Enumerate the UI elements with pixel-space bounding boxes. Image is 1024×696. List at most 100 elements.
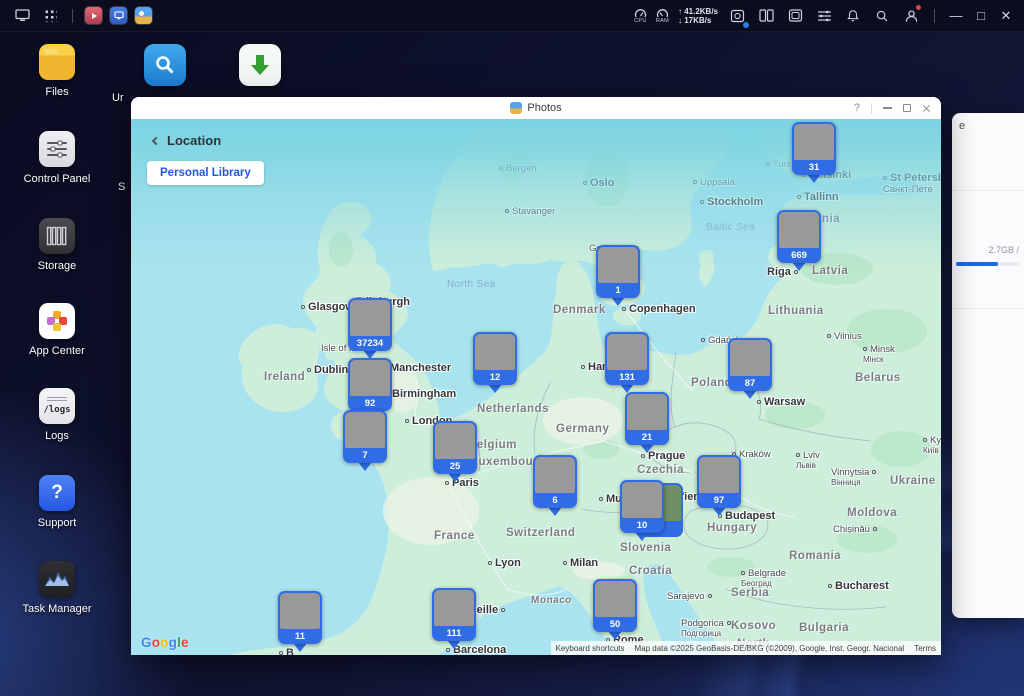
minimize-all-button[interactable]: — [948,8,964,23]
app-launcher-icon[interactable] [40,6,60,26]
cluster-count: 111 [434,626,474,641]
help-button[interactable]: ? [854,102,860,114]
desktop-icon-app-center[interactable]: App Center [18,303,96,357]
personal-library-button[interactable]: Personal Library [147,161,264,185]
cluster-thumbnail [779,212,819,248]
task-list-icon[interactable] [814,6,834,26]
task-manager-icon [39,561,75,597]
desktop-icon-task-manager[interactable]: Task Manager [18,561,96,615]
desktop-icon-files[interactable]: Files [18,44,96,98]
photo-cluster-marker[interactable]: 6 [533,455,577,516]
marker-pointer [743,390,757,399]
google-logo[interactable]: Google [141,635,189,650]
user-account-icon[interactable] [901,6,921,26]
cluster-thumbnail [475,334,515,370]
desktop-icon-logs[interactable]: /logs Logs [18,388,96,442]
logs-icon-text: /logs [43,405,70,415]
show-desktop-icon[interactable] [12,6,32,26]
cluster-count: 1 [598,283,638,298]
taskbar-separator [934,9,935,23]
map-data-text: Map data ©2025 GeoBasis-DE/BKG (©2009), … [630,641,910,655]
backup-tasks-icon[interactable] [727,6,747,26]
photo-cluster-marker[interactable]: 97 [697,455,741,516]
notification-badge [743,22,749,28]
terms-link[interactable]: Terms [909,641,941,655]
cluster-thumbnail [280,593,320,629]
photo-cluster-marker[interactable]: 31 [792,122,836,183]
cluster-thumbnail [595,581,635,617]
photo-cluster-marker[interactable]: 12 [473,332,517,393]
cluster-count: 21 [627,430,667,445]
multimedia-app-icon[interactable] [85,7,102,24]
marker-pointer [548,507,562,516]
photo-cluster-marker[interactable]: 1 [596,245,640,306]
titlebar-separator [871,103,872,114]
photo-cluster-marker[interactable]: 11 [278,591,322,652]
storage-icon [39,218,75,254]
photo-cluster-marker[interactable]: 131 [605,332,649,393]
marker-pointer [635,532,649,541]
marker-pointer [611,297,625,306]
desktop-icon-search-app[interactable] [127,44,203,86]
remote-app-icon[interactable] [110,7,127,24]
control-panel-icon [39,131,75,167]
marker-pointer [792,262,806,271]
marker-pointer [448,473,462,482]
bell-icon[interactable] [843,6,863,26]
photo-cluster-marker[interactable]: 87 [728,338,772,399]
desktop-icon-storage[interactable]: Storage [18,218,96,272]
minimize-button[interactable] [883,107,892,109]
panels-icon[interactable] [756,6,776,26]
close-button[interactable] [922,104,931,113]
cpu-label: CPU [634,18,647,24]
photo-cluster-marker[interactable]: 25 [433,421,477,482]
question-mark-glyph: ? [51,482,63,504]
google-logo-letter: g [169,635,177,650]
cluster-count: 97 [699,493,739,508]
photo-cluster-marker[interactable]: 7 [343,410,387,471]
photo-cluster-marker[interactable]: 37234 [348,298,392,359]
photos-window: Photos ? [131,97,941,655]
photos-titlebar[interactable]: Photos ? [131,97,941,119]
background-window[interactable]: e 2.7GB / [952,113,1024,618]
map-markers: 3166913723412131879221725697101111150 [131,119,941,655]
partial-desktop-label: S [118,181,125,193]
search-icon[interactable] [872,6,892,26]
google-logo-letter: G [141,635,152,650]
google-logo-letter: e [181,635,189,650]
desktop-icon-download-app[interactable] [222,44,298,86]
download-arrow-icon [239,44,281,86]
photo-cluster-marker[interactable]: 10 [620,480,664,541]
device-screen-icon[interactable] [785,6,805,26]
cluster-thumbnail [627,394,667,430]
marker-pointer [608,631,622,640]
map-canvas[interactable]: BergenOsloStavangerUppsalaStockholmTurku… [131,119,941,655]
close-all-button[interactable]: ✕ [998,8,1014,24]
maximize-all-button[interactable]: □ [973,8,989,23]
cluster-thumbnail [535,457,575,493]
maximize-button[interactable] [903,104,911,112]
window-title: Photos [527,102,561,114]
marker-pointer [488,384,502,393]
back-button[interactable]: Location [153,133,221,148]
desktop-screen: CPU RAM ↑ 41.2KB/s ↓ 17KB/s [0,0,1024,696]
cluster-count: 10 [622,518,662,533]
desktop-icon-label: Files [18,86,96,98]
desktop-icon-label: Support [18,517,96,529]
photo-cluster-marker[interactable]: 669 [777,210,821,271]
photos-app-icon[interactable] [135,7,152,24]
desktop-icon-control-panel[interactable]: Control Panel [18,131,96,185]
photos-window-icon [510,102,522,114]
desktop-icon-support[interactable]: ? Support [18,475,96,529]
ram-monitor-icon[interactable]: RAM [656,8,669,24]
keyboard-shortcuts-link[interactable]: Keyboard shortcuts [551,641,630,655]
logs-icon: /logs [39,388,75,424]
cpu-monitor-icon[interactable]: CPU [634,8,647,24]
photo-cluster-marker[interactable]: 50 [593,579,637,640]
desktop-icon-label: Task Manager [18,603,96,615]
marker-pointer [807,174,821,183]
photo-cluster-marker[interactable]: 21 [625,392,669,453]
cluster-thumbnail [622,482,662,518]
photo-cluster-marker[interactable]: 111 [432,588,476,649]
user-alert-badge [916,5,921,10]
